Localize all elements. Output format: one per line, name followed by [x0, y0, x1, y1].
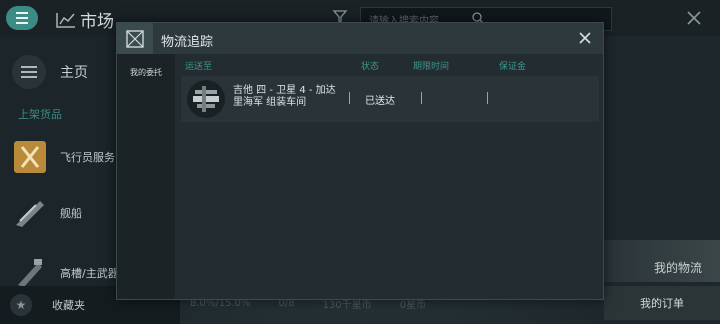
- close-icon[interactable]: [577, 30, 593, 46]
- column-destination: 运送至: [185, 62, 213, 72]
- table-row[interactable]: 吉他 四 - 卫星 4 - 加达里海军 组装车间 已送达: [181, 76, 599, 122]
- column-status: 状态: [361, 62, 380, 72]
- sidebar-item-label: 高槽/主武器: [60, 267, 119, 280]
- my-orders-button[interactable]: 我的订单: [604, 286, 720, 320]
- dialog-content: 运送至 状态 期限时间 保证金 吉他 四 - 卫星 4 - 加达里海军 组装车间…: [177, 54, 603, 299]
- close-icon[interactable]: [684, 8, 704, 28]
- home-list-icon: [12, 55, 46, 89]
- page-title: 市场: [56, 7, 114, 32]
- tab-my-contracts[interactable]: 我的委托: [117, 62, 175, 84]
- my-logistics-button[interactable]: 我的物流: [604, 240, 720, 282]
- ship-icon: [16, 201, 44, 227]
- column-collateral: 保证金: [499, 62, 527, 72]
- my-logistics-label: 我的物流: [653, 261, 702, 275]
- row-destination: 吉他 四 - 卫星 4 - 加达里海军 组装车间: [233, 85, 336, 108]
- sidebar-home-label: 主页: [60, 65, 88, 81]
- row-status: 已送达: [365, 96, 395, 107]
- star-icon: ★: [10, 294, 32, 316]
- sidebar-section-title: 上架货品: [18, 108, 62, 121]
- menu-icon: [16, 11, 28, 26]
- logistics-tracking-dialog: 物流追踪 我的委托 运送至 状态 期限时间 保证金 吉他 四 - 卫星 4 -: [116, 22, 604, 300]
- favorites-label: 收藏夹: [52, 299, 85, 312]
- column-divider: [487, 92, 488, 104]
- sidebar-item-label: 飞行员服务: [60, 151, 115, 164]
- logistics-icon: [117, 23, 153, 54]
- chart-icon: [56, 12, 75, 28]
- column-divider: [421, 92, 422, 104]
- dialog-title: 物流追踪: [161, 35, 214, 50]
- pilot-services-icon: [14, 141, 46, 173]
- menu-button[interactable]: [6, 6, 38, 30]
- table-header: 运送至 状态 期限时间 保证金: [177, 54, 603, 72]
- sidebar-item-label: 舰船: [60, 207, 82, 220]
- dialog-header: 物流追踪: [117, 23, 603, 54]
- dialog-sidebar: 我的委托: [117, 54, 175, 299]
- ship-thumbnail: [187, 80, 225, 118]
- column-divider: [349, 92, 350, 104]
- my-orders-label: 我的订单: [640, 297, 684, 310]
- page-title-text: 市场: [80, 12, 114, 32]
- column-deadline: 期限时间: [413, 62, 450, 72]
